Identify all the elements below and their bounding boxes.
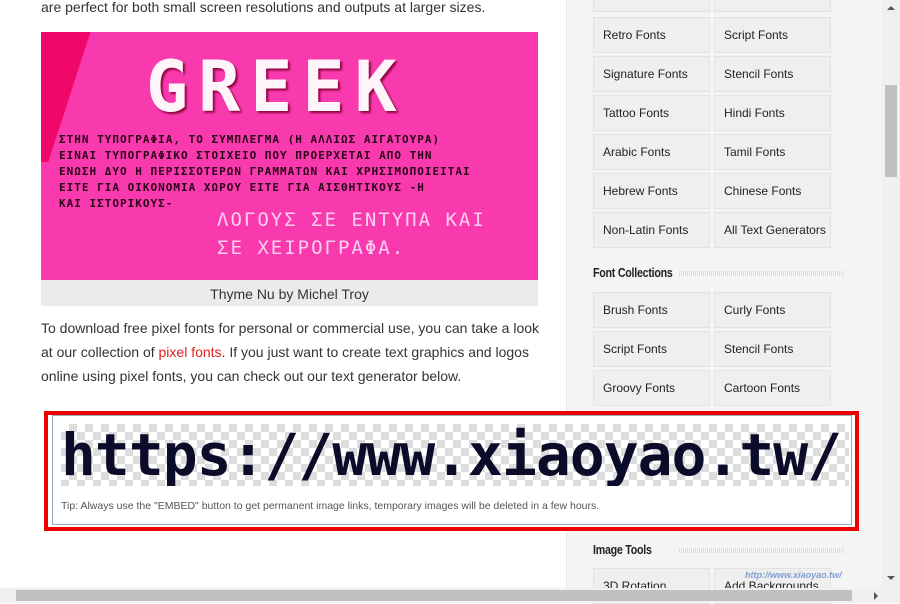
heading-divider [679, 271, 844, 276]
sidebar-button[interactable]: Stencil Fonts [714, 331, 831, 367]
sidebar-button[interactable]: Chinese Fonts [714, 173, 831, 209]
sidebar-button[interactable]: Signature Fonts [593, 56, 710, 92]
sidebar-button[interactable]: Retro Fonts [593, 17, 710, 53]
scroll-right-icon[interactable] [874, 592, 878, 600]
tip-text: Tip: Always use the "EMBED" button to ge… [61, 500, 600, 512]
scroll-down-icon[interactable] [887, 576, 895, 580]
preview-body: ΣΤΗΝ ΤΥΠΟΓΡΑΦΙΑ, ΤΟ ΣΥΜΠΛΕΓΜΑ (Η ΑΛΛΙΩΣ … [59, 133, 471, 210]
sidebar-button[interactable]: Arabic Fonts [593, 134, 710, 170]
section-heading-font-collections: Font Collections [593, 265, 673, 280]
sidebar-button[interactable]: Groovy Fonts [593, 370, 710, 406]
sidebar-button[interactable] [714, 0, 831, 12]
generator-output: https://www.xiaoyao.tw/ Tip: Always use … [52, 415, 852, 525]
sidebar-button[interactable]: Hindi Fonts [714, 95, 831, 131]
sidebar-button[interactable]: Script Fonts [593, 331, 710, 367]
sidebar-button[interactable]: All Text Generators [714, 212, 831, 248]
scrollbar-thumb[interactable] [885, 85, 897, 177]
intro-text: are perfect for both small screen resolu… [41, 0, 486, 15]
preview-body-light: ΛΟΓΟΥΣ ΣΕ ΕΝΤΥΠΑ ΚΑΙ ΣΕ ΧΕΙΡΟΓΡΑΦΑ. [217, 209, 486, 259]
sidebar-button[interactable]: Script Fonts [714, 17, 831, 53]
sidebar-button[interactable]: Cartoon Fonts [714, 370, 831, 406]
generated-image[interactable]: https://www.xiaoyao.tw/ [61, 424, 849, 486]
description-paragraph: To download free pixel fonts for persona… [41, 316, 541, 388]
watermark: http://www.xiaoyao.tw/ [745, 570, 842, 580]
generated-text: https://www.xiaoyao.tw/ [61, 424, 842, 486]
horizontal-scrollbar[interactable] [0, 588, 900, 603]
font-preview-image: GREEK ΣΤΗΝ ΤΥΠΟΓΡΑΦΙΑ, ΤΟ ΣΥΜΠΛΕΓΜΑ (Η Α… [41, 32, 538, 280]
vertical-scrollbar[interactable] [882, 0, 900, 588]
pixel-fonts-link[interactable]: pixel fonts [159, 344, 222, 360]
sidebar-button[interactable]: Tattoo Fonts [593, 95, 710, 131]
generator-highlight: https://www.xiaoyao.tw/ Tip: Always use … [44, 411, 859, 531]
sidebar-button[interactable]: Brush Fonts [593, 292, 710, 328]
image-caption: Thyme Nu by Michel Troy [41, 280, 538, 306]
sidebar-button[interactable] [593, 0, 710, 12]
sidebar-button[interactable]: Non-Latin Fonts [593, 212, 710, 248]
sidebar-button[interactable]: Tamil Fonts [714, 134, 831, 170]
sidebar-button[interactable]: Hebrew Fonts [593, 173, 710, 209]
heading-divider [679, 548, 844, 553]
scrollbar-thumb[interactable] [16, 590, 852, 601]
sidebar-button[interactable]: Curly Fonts [714, 292, 831, 328]
sidebar-button[interactable]: Stencil Fonts [714, 56, 831, 92]
scroll-up-icon[interactable] [887, 6, 895, 10]
section-heading-image-tools: Image Tools [593, 542, 652, 557]
preview-title: GREEK [146, 46, 407, 128]
